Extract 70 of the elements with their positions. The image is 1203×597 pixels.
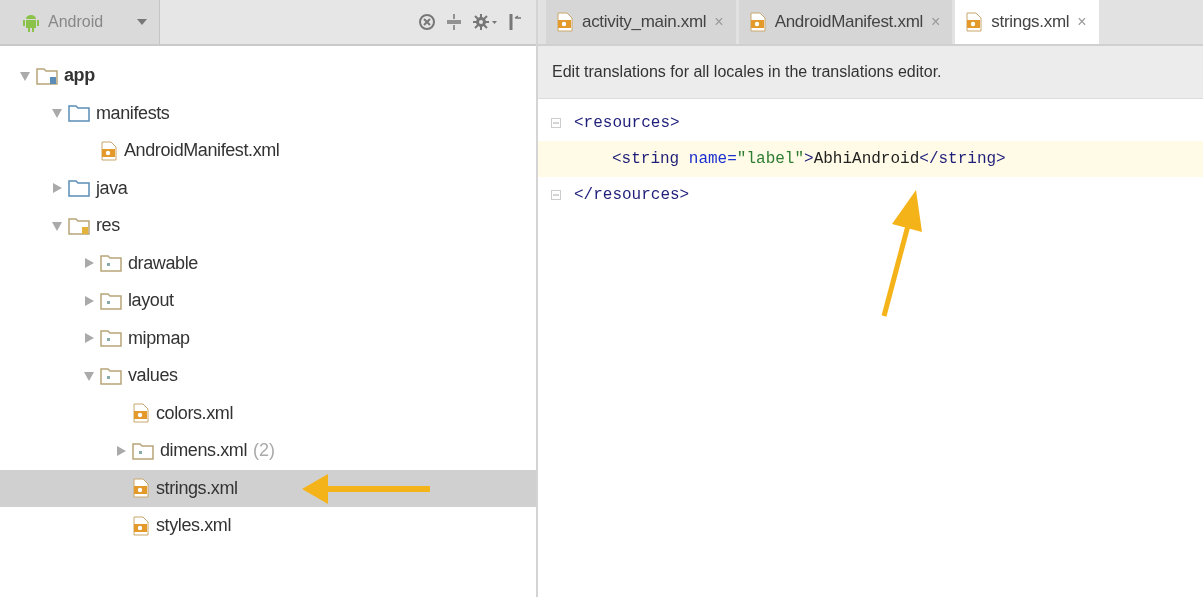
settings-icon[interactable] bbox=[472, 13, 498, 31]
tab-label: activity_main.xml bbox=[582, 12, 707, 32]
expanded-arrow-icon[interactable] bbox=[51, 219, 63, 232]
tree-label: layout bbox=[128, 290, 174, 312]
collapsed-arrow-icon[interactable] bbox=[51, 182, 63, 195]
collapsed-arrow-icon[interactable] bbox=[83, 294, 95, 307]
xml-file-icon bbox=[100, 140, 118, 161]
tree-item[interactable]: drawable bbox=[0, 244, 536, 282]
code-text: <string name="label">AbhiAndroid</string> bbox=[611, 150, 1006, 168]
tree-label: colors.xml bbox=[156, 402, 233, 424]
tree-item[interactable]: styles.xml bbox=[0, 507, 536, 545]
item-count: (2) bbox=[253, 440, 276, 462]
hide-panel-icon[interactable] bbox=[508, 13, 522, 31]
xml-file-icon bbox=[132, 515, 150, 536]
code-text: </resources> bbox=[574, 186, 690, 204]
tab-label: strings.xml bbox=[991, 12, 1070, 32]
tree-item[interactable]: manifests bbox=[0, 94, 536, 132]
tree-label: app bbox=[64, 65, 95, 87]
collapsed-arrow-icon[interactable] bbox=[115, 444, 127, 457]
fold-marker-icon[interactable] bbox=[551, 118, 561, 128]
xml-file-icon bbox=[556, 12, 574, 32]
tree-label: mipmap bbox=[128, 327, 190, 349]
tree-item[interactable]: AndroidManifest.xml bbox=[0, 132, 536, 170]
tree-label: res bbox=[96, 215, 120, 237]
tab-label: AndroidManifest.xml bbox=[774, 12, 923, 32]
tree-item[interactable]: layout bbox=[0, 282, 536, 320]
tree-item[interactable]: java bbox=[0, 169, 536, 207]
folder-icon bbox=[36, 66, 58, 85]
tree-item[interactable]: app bbox=[0, 57, 536, 95]
folder-icon bbox=[100, 366, 122, 385]
collapse-icon[interactable] bbox=[446, 13, 462, 31]
collapsed-arrow-icon[interactable] bbox=[83, 332, 95, 345]
expanded-arrow-icon[interactable] bbox=[83, 369, 95, 382]
xml-file-icon bbox=[132, 403, 150, 424]
tree-label: AndroidManifest.xml bbox=[124, 140, 280, 162]
folder-icon bbox=[100, 291, 122, 310]
fold-marker-icon[interactable] bbox=[551, 190, 561, 200]
tree-label: drawable bbox=[128, 252, 198, 274]
tree-item[interactable]: dimens.xml (2) bbox=[0, 432, 536, 470]
editor-tab[interactable]: strings.xml × bbox=[955, 0, 1099, 44]
folder-icon bbox=[68, 179, 90, 198]
translations-banner: Edit translations for all locales in the translations editor. bbox=[538, 46, 1203, 99]
folder-icon bbox=[132, 441, 154, 460]
folder-icon bbox=[100, 254, 122, 273]
folder-icon bbox=[68, 104, 90, 123]
editor-tab[interactable]: activity_main.xml × bbox=[546, 0, 736, 44]
tree-label: java bbox=[96, 177, 128, 199]
dropdown-caret-icon bbox=[137, 19, 147, 25]
tree-label: dimens.xml bbox=[160, 440, 248, 462]
xml-file-icon bbox=[132, 478, 150, 499]
tree-item[interactable]: res bbox=[0, 207, 536, 245]
folder-icon bbox=[68, 216, 90, 235]
tree-item[interactable]: values bbox=[0, 357, 536, 395]
tree-item[interactable]: mipmap bbox=[0, 319, 536, 357]
tree-item[interactable]: colors.xml bbox=[0, 394, 536, 432]
target-icon[interactable] bbox=[418, 13, 436, 31]
tree-label: manifests bbox=[96, 102, 170, 124]
android-robot-icon bbox=[22, 12, 40, 32]
tree-item[interactable]: strings.xml bbox=[0, 469, 536, 507]
xml-file-icon bbox=[965, 12, 984, 32]
folder-icon bbox=[100, 329, 122, 348]
tree-label: values bbox=[128, 365, 178, 387]
xml-file-icon bbox=[748, 12, 767, 32]
collapsed-arrow-icon[interactable] bbox=[83, 257, 95, 270]
tree-label: styles.xml bbox=[156, 515, 231, 537]
expanded-arrow-icon[interactable] bbox=[19, 69, 31, 82]
editor-tab[interactable]: AndroidManifest.xml × bbox=[738, 0, 953, 44]
expanded-arrow-icon[interactable] bbox=[51, 107, 63, 120]
code-text: <resources> bbox=[574, 114, 680, 132]
tree-label: strings.xml bbox=[156, 477, 238, 499]
